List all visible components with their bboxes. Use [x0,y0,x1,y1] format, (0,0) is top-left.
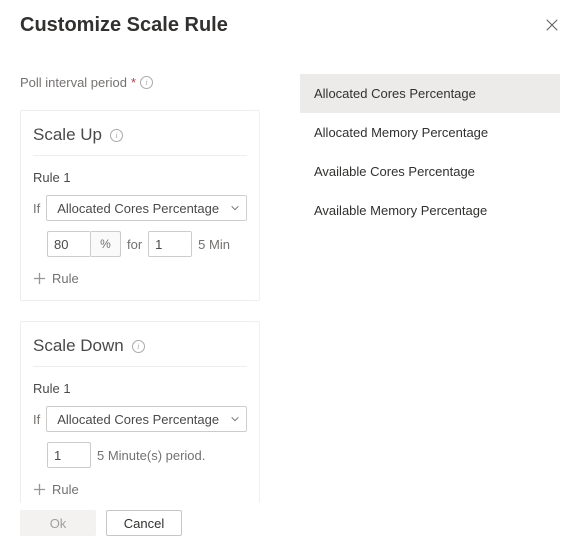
scale-down-duration-input[interactable] [47,442,91,468]
dropdown-option-allocated-cores[interactable]: Allocated Cores Percentage [300,74,560,113]
plus-icon [33,272,46,285]
plus-icon [33,483,46,496]
dropdown-option-available-memory[interactable]: Available Memory Percentage [300,191,560,230]
dialog-title: Customize Scale Rule [20,14,228,37]
scale-up-threshold-input[interactable] [47,231,91,257]
scale-up-title: Scale Up [33,125,102,145]
if-label: If [33,201,40,216]
metric-dropdown: Allocated Cores Percentage Allocated Mem… [300,74,560,230]
scale-up-add-rule-button[interactable]: Rule [33,271,247,286]
scale-up-rule-label: Rule 1 [33,170,247,185]
close-button[interactable] [544,18,560,34]
duration-suffix: 5 Minute(s) period. [97,448,205,463]
info-icon[interactable]: i [140,76,153,89]
scale-up-metric-select[interactable]: Allocated Cores Percentage [46,195,247,221]
info-icon[interactable]: i [132,340,145,353]
poll-interval-label: Poll interval period [20,75,127,90]
scale-down-metric-select[interactable]: Allocated Cores Percentage [46,406,247,432]
required-marker: * [131,75,136,90]
chevron-down-icon [230,203,240,213]
add-rule-label: Rule [52,482,79,497]
scale-down-section: Scale Down i Rule 1 If Allocated Cores P… [20,321,260,503]
scale-down-add-rule-button[interactable]: Rule [33,482,247,497]
for-label: for [127,237,142,252]
add-rule-label: Rule [52,271,79,286]
duration-suffix: 5 Min [198,237,230,252]
scale-down-title: Scale Down [33,336,124,356]
scale-up-duration-input[interactable] [148,231,192,257]
cancel-button[interactable]: Cancel [106,510,182,536]
scale-up-metric-value: Allocated Cores Percentage [57,201,219,216]
ok-button[interactable]: Ok [20,510,96,536]
dropdown-option-allocated-memory[interactable]: Allocated Memory Percentage [300,113,560,152]
scale-down-metric-value: Allocated Cores Percentage [57,412,219,427]
scale-down-rule-label: Rule 1 [33,381,247,396]
threshold-unit: % [91,231,121,257]
scale-up-section: Scale Up i Rule 1 If Allocated Cores Per… [20,110,260,301]
info-icon[interactable]: i [110,129,123,142]
if-label: If [33,412,40,427]
dropdown-option-available-cores[interactable]: Available Cores Percentage [300,152,560,191]
chevron-down-icon [230,414,240,424]
close-icon [545,18,559,35]
